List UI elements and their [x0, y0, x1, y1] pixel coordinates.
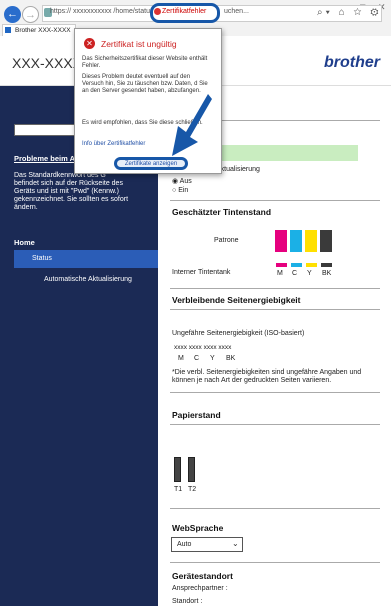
tray-label: T1 — [174, 486, 183, 493]
energy-letter: M — [178, 355, 184, 362]
energy-letter: BK — [226, 355, 236, 362]
view-certificates-button[interactable]: Zertifikate anzeigen — [114, 157, 188, 170]
internal-tank-label: Interner Tintentank — [172, 269, 231, 276]
popup-text-1: Das Sicherheitszertifikat dieser Website… — [82, 56, 208, 69]
popup-title: Zertifikat ist ungültig — [101, 39, 177, 49]
ink-cartridge-M — [275, 230, 287, 252]
model-name: XXX-XXXX — [12, 55, 83, 71]
tray-label: T2 — [188, 486, 197, 493]
problem-link[interactable]: Probleme beim A — [14, 154, 75, 163]
chevron-down-icon[interactable]: ⌄ — [232, 539, 239, 548]
ink-tank-BK — [321, 263, 332, 267]
login-input[interactable] — [14, 124, 75, 136]
browser-tab[interactable]: Brother XXX-XXXX — [2, 24, 76, 36]
divider — [170, 562, 380, 563]
brand-logo: brother — [324, 54, 380, 71]
toolbar-icons[interactable]: ⌕▾ ⌂ ☆ ⚙ — [317, 7, 381, 18]
search-field[interactable]: uchen... — [224, 8, 249, 15]
divider — [170, 309, 380, 310]
ink-tank-Y — [306, 263, 317, 267]
energy-letter: Y — [210, 355, 215, 362]
error-shield-icon: ✕ — [84, 38, 95, 49]
sidebar-item-home[interactable]: Home — [14, 238, 35, 247]
energy-subtitle: Ungefähre Seitenergiebigkeit (ISO-basier… — [172, 330, 305, 337]
sidebar-item-status[interactable]: Status — [14, 250, 158, 268]
url-text[interactable]: https:// xxxxxxxxxxx /home/status.htt — [50, 8, 163, 15]
ink-letter: Y — [307, 270, 312, 277]
back-button[interactable]: ← — [4, 6, 21, 23]
paper-tray-T1 — [174, 457, 181, 482]
forward-button[interactable]: → — [22, 6, 39, 23]
shield-error-icon — [154, 8, 161, 15]
ink-tank-M — [276, 263, 287, 267]
paper-tray-T2 — [188, 457, 195, 482]
divider — [170, 508, 380, 509]
ink-cartridge-C — [290, 230, 302, 252]
callout-arrow-icon — [172, 94, 212, 156]
divider — [170, 288, 380, 289]
ink-letter: M — [277, 270, 283, 277]
ink-cartridge-BK — [320, 230, 332, 252]
radio-on[interactable]: ○ Ein — [172, 187, 188, 194]
tab-favicon-icon — [5, 27, 11, 33]
divider — [170, 392, 380, 393]
ink-letter: BK — [322, 270, 332, 277]
ink-title: Geschätzter Tintenstand — [172, 207, 272, 217]
radio-off[interactable]: ◉ Aus — [172, 177, 192, 185]
certificate-error-label[interactable]: Zertifikatfehler — [162, 8, 206, 15]
paper-title: Papierstand — [172, 410, 221, 420]
energy-letter: C — [194, 355, 200, 362]
radio-off-label: Aus — [179, 178, 192, 185]
certificate-info-link[interactable]: Info über Zertifikatfehler — [82, 141, 145, 147]
energy-note: *Die verbl. Seitenergiebigkeiten sind un… — [172, 369, 362, 384]
cartridge-label: Patrone — [214, 237, 239, 244]
energy-values: xxxx xxxx xxxx xxxx — [174, 344, 232, 351]
sidebar-item-auto-update[interactable]: Automatische Aktualisierung — [14, 276, 132, 283]
web-language-title: WebSprache — [172, 523, 224, 533]
energy-title: Verbleibende Seitenergiebigkeit — [172, 295, 301, 305]
radio-on-label: Ein — [178, 187, 189, 194]
password-warning: Das Standardkennwort des G befindet sich… — [14, 172, 129, 211]
location-title: Gerätestandort — [172, 571, 233, 581]
ink-tank-C — [291, 263, 302, 267]
ink-cartridge-Y — [305, 230, 317, 252]
ink-letter: C — [292, 270, 298, 277]
contact-label: Ansprechpartner : — [172, 585, 228, 592]
divider — [170, 200, 380, 201]
divider — [170, 424, 380, 425]
location-label: Standort : — [172, 598, 203, 605]
